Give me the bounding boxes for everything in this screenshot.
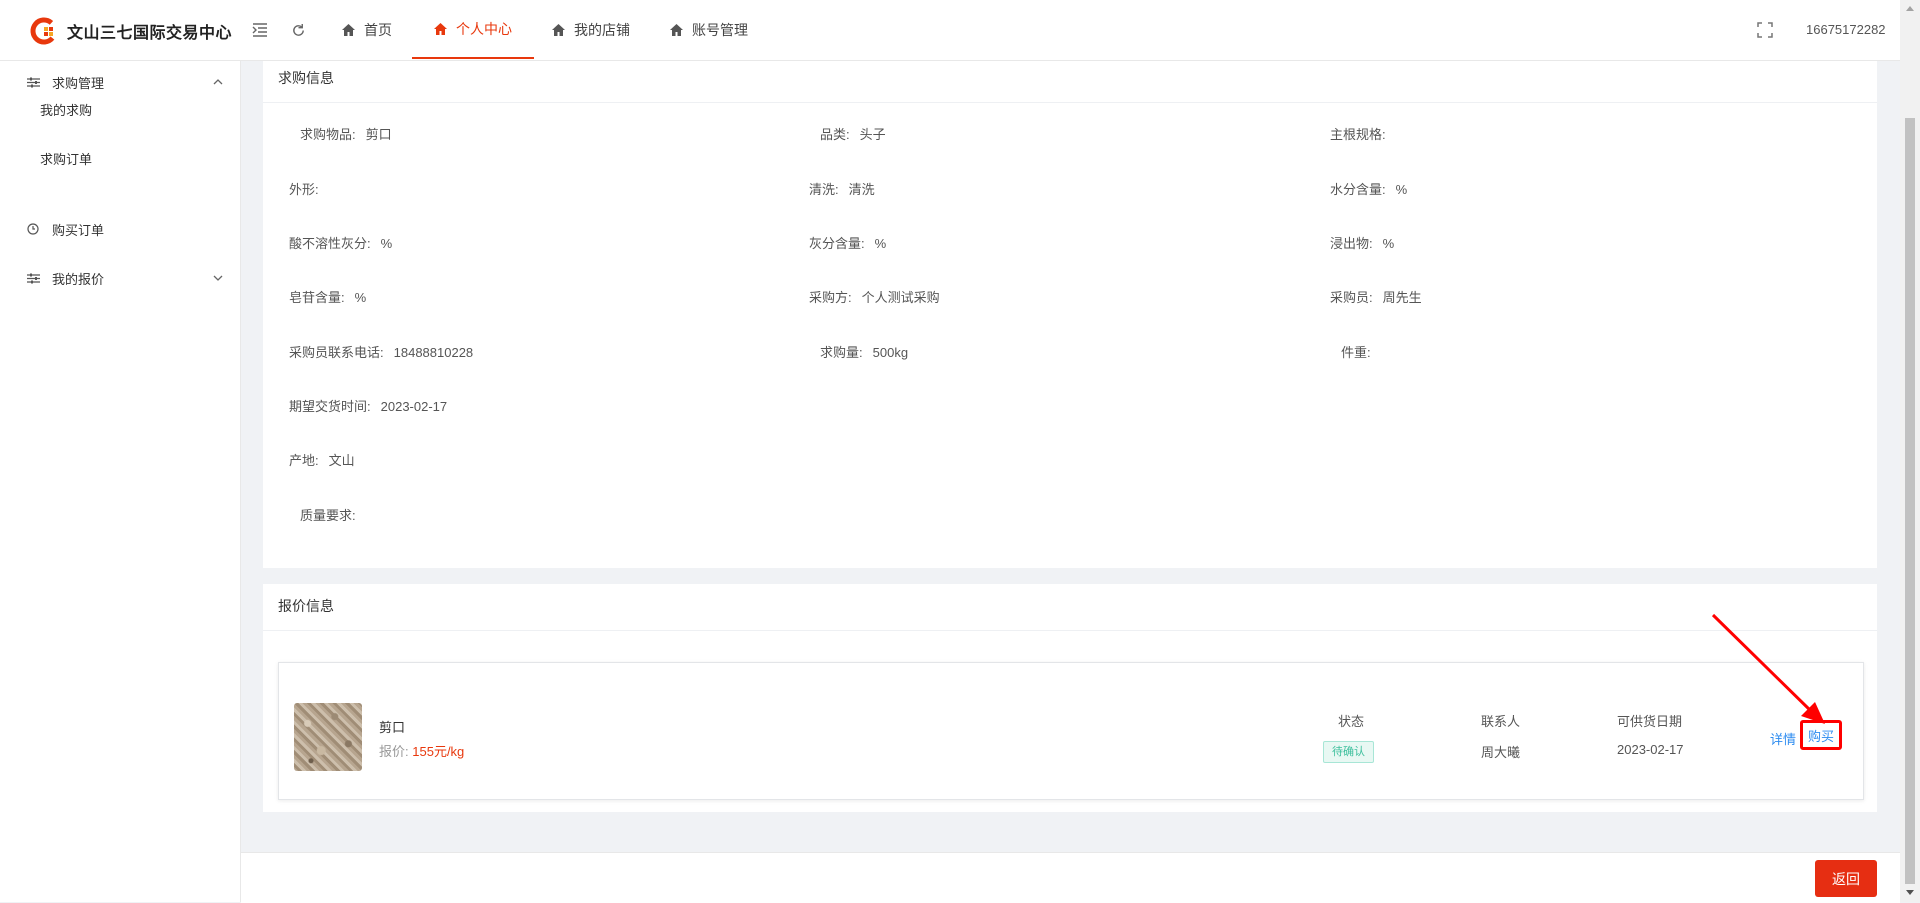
request-info-card: 求购信息 求购物品: 剪口 品类: 头子 主根规格: 外形: 清洗: 清洗 水分含量:… — [263, 61, 1877, 568]
user-account[interactable]: 16675172282 — [1806, 22, 1886, 37]
field-buyer: 采购方: 个人测试采购 — [809, 290, 940, 305]
field-piece-weight: 件重: — [1341, 345, 1371, 360]
product-name: 剪口 — [379, 720, 406, 735]
back-button[interactable]: 返回 — [1815, 860, 1877, 897]
refresh-icon[interactable] — [288, 20, 308, 40]
section-title: 求购信息 — [278, 70, 334, 86]
annotation-arrow — [1711, 613, 1825, 724]
clock-icon — [26, 222, 40, 236]
field-extract: 浸出物:% — [1330, 236, 1395, 251]
contact-header: 联系人 — [1481, 714, 1521, 729]
chevron-down-icon — [213, 275, 223, 281]
menu-collapse-icon[interactable] — [250, 20, 270, 40]
top-navbar: 文山三七国际交易中心 首页 个人中心 我的店铺 账号管理 16675172282 — [0, 0, 1900, 61]
field-delivery-date: 期望交货时间: 2023-02-17 — [289, 399, 448, 414]
field-moisture: 水分含量:% — [1330, 182, 1408, 197]
chevron-up-icon — [213, 79, 223, 85]
sidebar-item-purchase-orders[interactable]: 购买订单 — [0, 210, 240, 248]
tab-account-management[interactable]: 账号管理 — [648, 0, 770, 59]
sidebar: 求购管理 我的求购 求购订单 购买订单 我的报价 — [0, 61, 241, 902]
sidebar-item-request-orders[interactable]: 求购订单 — [40, 149, 92, 168]
contact-name: 周大曦 — [1481, 745, 1521, 760]
app-title: 文山三七国际交易中心 — [67, 25, 233, 42]
tab-personal-center[interactable]: 个人中心 — [412, 0, 534, 59]
app-logo[interactable]: 文山三七国际交易中心 — [30, 16, 232, 46]
field-purchaser: 采购员: 周先生 — [1330, 290, 1422, 305]
logo-icon — [30, 17, 58, 45]
tab-home[interactable]: 首页 — [320, 0, 414, 59]
fullscreen-icon[interactable] — [1756, 21, 1774, 39]
field-origin: 产地: 文山 — [289, 453, 355, 468]
sidebar-item-my-requests[interactable]: 我的求购 — [40, 100, 92, 119]
home-icon — [342, 23, 355, 36]
product-price: 报价: 155元/kg — [379, 744, 465, 759]
field-category: 品类: 头子 — [820, 127, 886, 142]
sidebar-item-purchase-management[interactable]: 求购管理 — [0, 63, 240, 101]
sidebar-item-label: 求购管理 — [52, 75, 105, 91]
product-image — [294, 703, 362, 771]
field-saponin: 皂苷含量:% — [289, 290, 367, 305]
field-ash-content: 灰分含量:% — [809, 236, 887, 251]
scroll-down-icon[interactable] — [1905, 889, 1915, 897]
section-title: 报价信息 — [278, 598, 334, 614]
home-icon — [434, 22, 447, 35]
filter-icon — [26, 271, 40, 285]
footer-bar — [241, 852, 1900, 903]
field-main-root-spec: 主根规格: — [1330, 127, 1386, 142]
field-item: 求购物品: 剪口 — [300, 127, 392, 142]
tab-label: 个人中心 — [456, 20, 512, 37]
field-quality-requirement: 质量要求: — [300, 508, 356, 523]
field-shape: 外形: — [289, 182, 319, 197]
tab-label: 账号管理 — [692, 21, 748, 38]
status-header: 状态 — [1338, 714, 1365, 729]
quote-list-item: 剪口 报价: 155元/kg 状态 待确认 联系人 周大曦 可供货日期 2023… — [278, 662, 1864, 800]
sidebar-item-label: 购买订单 — [52, 222, 105, 238]
divider — [263, 630, 1877, 631]
sidebar-item-label: 我的报价 — [52, 271, 105, 287]
field-acid-insoluble-ash: 酸不溶性灰分:% — [289, 236, 393, 251]
tab-my-store[interactable]: 我的店铺 — [530, 0, 652, 59]
field-purchaser-phone: 采购员联系电话: 18488810228 — [289, 345, 474, 360]
sidebar-item-my-quotes[interactable]: 我的报价 — [0, 259, 240, 297]
scrollbar-thumb[interactable] — [1905, 118, 1915, 884]
filter-icon — [26, 75, 40, 89]
divider — [263, 102, 1877, 103]
page-scrollbar[interactable] — [1900, 0, 1920, 902]
home-icon — [552, 23, 565, 36]
supply-date-header: 可供货日期 — [1617, 714, 1683, 729]
scroll-up-icon[interactable] — [1905, 4, 1915, 12]
supply-date: 2023-02-17 — [1617, 742, 1684, 757]
status-badge: 待确认 — [1323, 741, 1374, 763]
field-washing: 清洗: 清洗 — [809, 182, 875, 197]
tab-label: 我的店铺 — [574, 21, 630, 38]
tab-label: 首页 — [364, 21, 392, 38]
field-quantity: 求购量: 500kg — [820, 345, 909, 360]
detail-link[interactable]: 详情 — [1770, 729, 1796, 748]
home-icon — [670, 23, 683, 36]
